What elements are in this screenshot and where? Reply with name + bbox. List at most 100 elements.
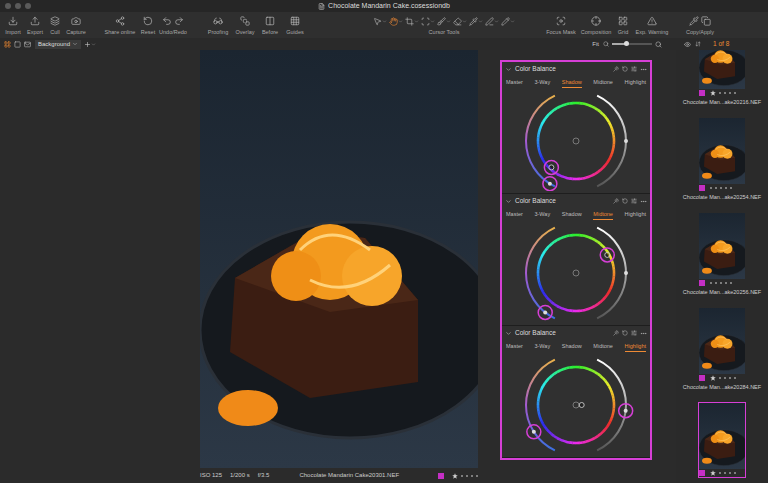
- more-icon[interactable]: [640, 66, 647, 73]
- more-icon[interactable]: [640, 330, 647, 337]
- zoom-label[interactable]: Fit: [592, 40, 599, 49]
- more-icon[interactable]: [640, 198, 647, 205]
- cursor-tool[interactable]: [437, 17, 451, 26]
- left-slider-handle[interactable]: [532, 430, 536, 434]
- star-rating[interactable]: [710, 282, 732, 284]
- left-slider[interactable]: [526, 228, 555, 319]
- color-wheel[interactable]: [503, 355, 649, 455]
- cursor-tool[interactable]: [485, 17, 499, 26]
- cursor-tool[interactable]: [389, 17, 403, 26]
- toolbar-button[interactable]: Cursor Tools: [346, 15, 542, 36]
- tool-header[interactable]: Color Balance: [502, 326, 650, 340]
- auto-icon[interactable]: [613, 66, 619, 72]
- color-tag[interactable]: [438, 473, 444, 479]
- toolbar-button[interactable]: Export: [24, 15, 46, 36]
- view-mode-icon[interactable]: [14, 41, 21, 48]
- collapse-icon[interactable]: [505, 330, 512, 337]
- tool-tab[interactable]: Master: [506, 210, 523, 220]
- star-rating[interactable]: [452, 473, 478, 479]
- presets-icon[interactable]: [631, 330, 637, 336]
- cursor-tool[interactable]: [373, 17, 387, 26]
- color-tag[interactable]: [699, 375, 705, 381]
- tool-tab[interactable]: Highlight: [625, 210, 646, 220]
- wheel-point[interactable]: [579, 403, 584, 408]
- cursor-tool[interactable]: [501, 17, 515, 26]
- star-rating[interactable]: [710, 90, 736, 96]
- window-control[interactable]: [25, 3, 31, 9]
- toolbar-button[interactable]: Focus Mask: [546, 15, 576, 36]
- collapse-icon[interactable]: [505, 66, 512, 73]
- tool-tab[interactable]: Midtone: [593, 342, 613, 352]
- zoom-in-icon[interactable]: [655, 41, 662, 48]
- tool-tab[interactable]: Midtone: [593, 210, 613, 220]
- toolbar-button[interactable]: Proofing: [204, 15, 232, 36]
- tool-tab[interactable]: Highlight: [625, 342, 646, 352]
- reset-icon[interactable]: [622, 330, 628, 336]
- auto-icon[interactable]: [613, 198, 619, 204]
- color-tag[interactable]: [699, 185, 705, 191]
- window-control[interactable]: [15, 3, 21, 9]
- zoom-slider[interactable]: [612, 43, 652, 45]
- presets-icon[interactable]: [631, 66, 637, 72]
- right-slider[interactable]: [597, 96, 626, 187]
- toolbar-button[interactable]: Composition: [580, 15, 612, 36]
- sort-icon[interactable]: [695, 41, 701, 47]
- toolbar-button[interactable]: Copy/Apply: [684, 15, 716, 36]
- tool-tab[interactable]: 3-Way: [534, 78, 550, 88]
- color-tag[interactable]: [699, 470, 705, 476]
- cursor-tool[interactable]: [405, 17, 419, 26]
- cursor-tool[interactable]: [469, 17, 483, 26]
- color-wheel[interactable]: [503, 91, 649, 191]
- right-slider-handle[interactable]: [624, 139, 628, 143]
- toolbar-button[interactable]: Reset: [138, 15, 158, 36]
- tool-tab[interactable]: Shadow: [562, 210, 582, 220]
- tool-tab[interactable]: 3-Way: [534, 342, 550, 352]
- tool-tab[interactable]: Shadow: [562, 342, 582, 352]
- cursor-tool[interactable]: [453, 17, 467, 26]
- add-layer-button[interactable]: [84, 41, 96, 48]
- toolbar-button[interactable]: Share online: [102, 15, 138, 36]
- auto-icon[interactable]: [613, 330, 619, 336]
- color-wheel[interactable]: [503, 223, 649, 323]
- tool-tab[interactable]: Master: [506, 78, 523, 88]
- toolbar-button[interactable]: Undo/Redo: [158, 15, 188, 36]
- color-tag[interactable]: [699, 280, 705, 286]
- toolbar-button[interactable]: Overlay: [232, 15, 258, 36]
- view-mode-icon[interactable]: [24, 41, 31, 48]
- tool-tab[interactable]: Midtone: [593, 78, 613, 88]
- window-control[interactable]: [5, 3, 11, 9]
- presets-icon[interactable]: [631, 198, 637, 204]
- browser-item[interactable]: Chocolate Man...ake20256.NEF: [676, 212, 768, 296]
- star-rating[interactable]: [710, 375, 736, 381]
- toolbar-button[interactable]: Capture: [64, 15, 88, 36]
- tool-tab[interactable]: 3-Way: [534, 210, 550, 220]
- layer-select[interactable]: Background: [35, 40, 81, 49]
- toolbar-button[interactable]: Cull: [46, 15, 64, 36]
- star-rating[interactable]: [710, 470, 736, 476]
- reset-icon[interactable]: [622, 66, 628, 72]
- left-slider-handle[interactable]: [548, 182, 552, 186]
- star-rating[interactable]: [710, 187, 732, 189]
- collapse-icon[interactable]: [505, 198, 512, 205]
- right-slider[interactable]: [597, 228, 626, 319]
- left-slider-handle[interactable]: [543, 310, 547, 314]
- toolbar-button[interactable]: Exp. Warning: [634, 15, 670, 36]
- eye-icon[interactable]: [684, 41, 691, 48]
- tool-tab[interactable]: Shadow: [562, 78, 582, 88]
- right-slider-handle[interactable]: [624, 409, 628, 413]
- zoom-out-icon[interactable]: [603, 41, 609, 47]
- toolbar-button[interactable]: Import: [2, 15, 24, 36]
- browser-item[interactable]: Chocolate Man...ake20254.NEF: [676, 117, 768, 201]
- tool-tab[interactable]: Highlight: [625, 78, 646, 88]
- browser-item[interactable]: Chocolate Man...ake20284.NEF: [676, 307, 768, 391]
- reset-icon[interactable]: [622, 198, 628, 204]
- right-slider-handle[interactable]: [624, 271, 628, 275]
- left-slider[interactable]: [526, 96, 555, 187]
- toolbar-button[interactable]: Guides: [282, 15, 308, 36]
- tool-tab[interactable]: Master: [506, 342, 523, 352]
- tool-header[interactable]: Color Balance: [502, 62, 650, 76]
- wheel-point[interactable]: [605, 252, 610, 257]
- cursor-tool[interactable]: [421, 17, 435, 26]
- browser-item[interactable]: [676, 402, 768, 478]
- tool-header[interactable]: Color Balance: [502, 194, 650, 208]
